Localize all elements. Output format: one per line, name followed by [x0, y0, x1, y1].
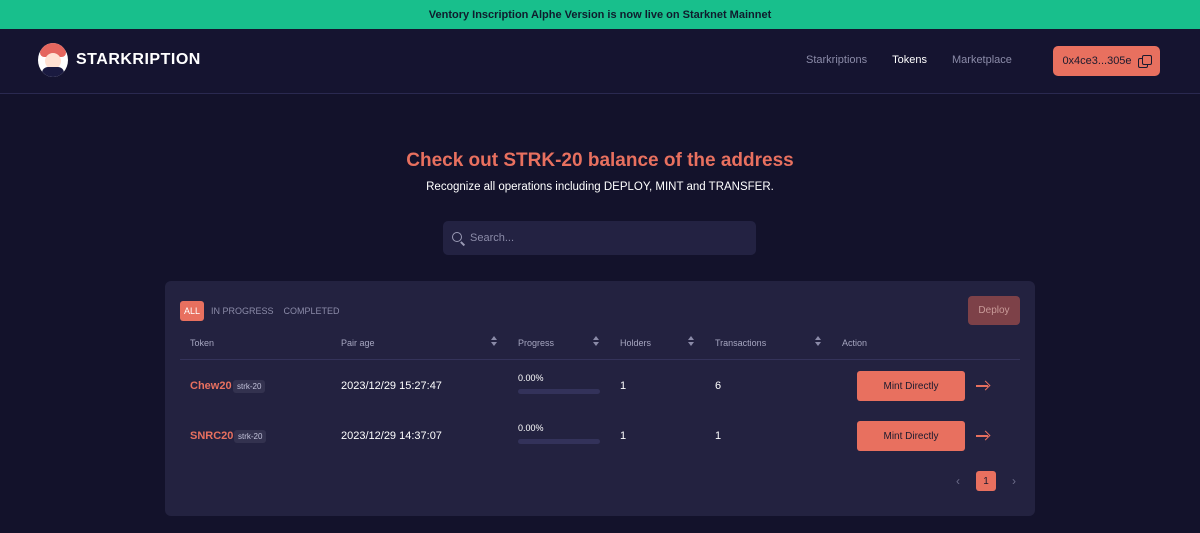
search-bar[interactable] — [443, 221, 756, 255]
progress-percent: 0.00% — [518, 373, 544, 383]
nav-links: Starkriptions Tokens Marketplace — [806, 54, 1037, 66]
token-name[interactable]: Chew20 — [190, 380, 232, 392]
progress-percent: 0.00% — [518, 423, 544, 433]
arrow-right-icon[interactable] — [976, 431, 989, 441]
filter-tab-in-progress[interactable]: IN PROGRESS — [211, 306, 274, 316]
progress-bar — [518, 389, 600, 394]
announcement-banner: Ventory Inscription Alphe Version is now… — [0, 0, 1200, 29]
logo-icon — [38, 43, 68, 77]
filter-tabs: ALL IN PROGRESS COMPLETED — [180, 301, 350, 321]
column-header-token: Token — [190, 338, 215, 348]
sort-icon[interactable] — [593, 336, 599, 347]
navbar: STARKRIPTION Starkriptions Tokens Market… — [0, 29, 1200, 94]
tokens-table-card: ALL IN PROGRESS COMPLETED Deploy Token P… — [165, 281, 1035, 516]
copy-icon[interactable] — [1137, 54, 1152, 68]
column-header-action: Action — [842, 338, 868, 348]
brand-name: STARKRIPTION — [76, 51, 201, 68]
holders-count: 1 — [620, 430, 627, 442]
pair-age: 2023/12/29 14:37:07 — [341, 430, 442, 442]
mint-directly-button[interactable]: Mint Directly — [857, 421, 965, 451]
chevron-right-icon[interactable]: › — [1008, 474, 1020, 488]
nav-link-tokens[interactable]: Tokens — [892, 54, 927, 66]
wallet-address-button[interactable]: 0x4ce3...305e — [1053, 46, 1160, 76]
page-subtitle: Recognize all operations including DEPLO… — [426, 181, 774, 193]
sort-icon[interactable] — [815, 336, 821, 347]
column-header-transactions[interactable]: Transactions — [715, 338, 766, 348]
column-header-pair-age[interactable]: Pair age — [341, 338, 375, 348]
holders-count: 1 — [620, 380, 627, 392]
arrow-right-icon[interactable] — [976, 381, 989, 391]
page-number-current[interactable]: 1 — [976, 471, 996, 491]
mint-directly-button[interactable]: Mint Directly — [857, 371, 965, 401]
chevron-left-icon[interactable]: ‹ — [952, 474, 964, 488]
transactions-count: 6 — [715, 380, 722, 392]
sort-icon[interactable] — [688, 336, 694, 347]
banner-text: Ventory Inscription Alphe Version is now… — [428, 8, 772, 21]
page-title: Check out STRK-20 balance of the address — [406, 150, 794, 171]
search-input[interactable] — [470, 232, 740, 244]
token-standard-badge: strk-20 — [234, 430, 267, 443]
sort-icon[interactable] — [491, 336, 497, 347]
nav-link-marketplace[interactable]: Marketplace — [952, 54, 1012, 66]
pair-age: 2023/12/29 15:27:47 — [341, 380, 442, 392]
filter-tab-completed[interactable]: COMPLETED — [284, 306, 340, 316]
brand-logo[interactable]: STARKRIPTION — [38, 43, 201, 77]
progress-bar — [518, 439, 600, 444]
search-icon — [452, 231, 465, 245]
deploy-button[interactable]: Deploy — [968, 296, 1020, 325]
table-row: Chew20 strk-20 2023/12/29 15:27:47 0.00%… — [180, 361, 1020, 411]
wallet-address: 0x4ce3...305e — [1062, 55, 1132, 67]
transactions-count: 1 — [715, 430, 722, 442]
table-row: SNRC20 strk-20 2023/12/29 14:37:07 0.00%… — [180, 411, 1020, 461]
column-header-holders[interactable]: Holders — [620, 338, 651, 348]
filter-tab-all[interactable]: ALL — [180, 301, 205, 321]
table-header: Token Pair age Progress Holders Transact… — [180, 333, 1020, 360]
pagination: ‹ 1 › — [952, 471, 1020, 491]
nav-link-starkriptions[interactable]: Starkriptions — [806, 54, 867, 66]
token-standard-badge: strk-20 — [233, 380, 266, 393]
column-header-progress[interactable]: Progress — [518, 338, 554, 348]
token-name[interactable]: SNRC20 — [190, 430, 233, 442]
